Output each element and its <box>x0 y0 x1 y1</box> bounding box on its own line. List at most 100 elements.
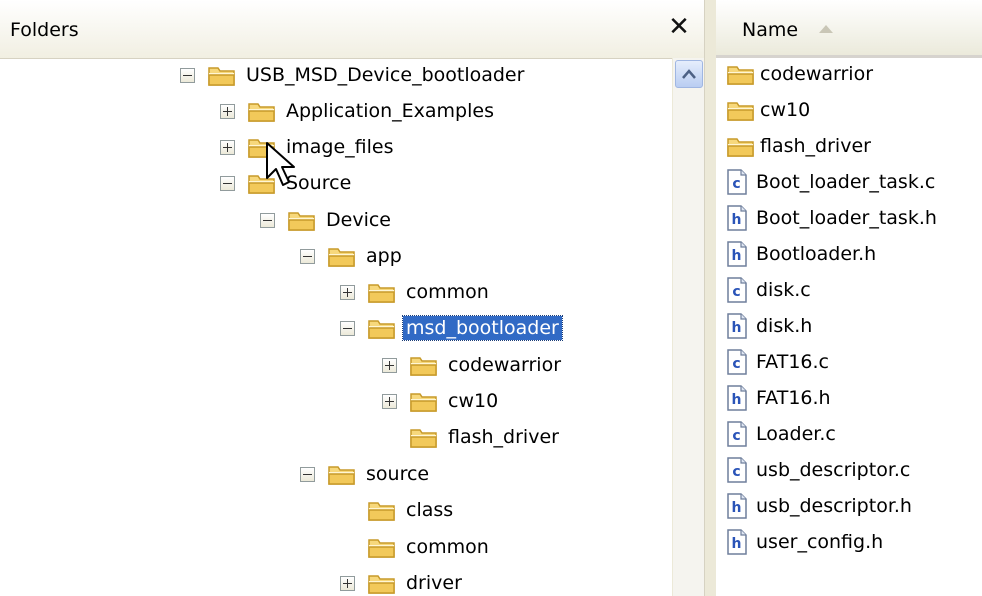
file-list-item[interactable]: c disk.c <box>726 272 811 308</box>
folder-icon <box>207 63 237 87</box>
tree-node-label: class <box>406 499 454 521</box>
folder-icon <box>367 535 397 559</box>
svg-text:c: c <box>732 284 740 300</box>
file-list-pane: Name codewarrior cw10 flash_driverc Boot_lo… <box>716 0 982 596</box>
folder-icon <box>327 244 357 268</box>
tree-node-label: Source <box>286 172 352 194</box>
expand-plus-icon[interactable] <box>382 357 397 373</box>
tree-node[interactable]: image_files <box>220 131 397 163</box>
file-list-item[interactable]: h disk.h <box>726 308 812 344</box>
tree-node[interactable]: cw10 <box>382 385 501 417</box>
tree-scrollbar[interactable] <box>672 58 704 596</box>
h-file-icon: h <box>726 205 750 231</box>
sort-ascending-icon <box>819 25 833 33</box>
h-file-icon: h <box>726 241 750 267</box>
file-list-item[interactable]: c Loader.c <box>726 416 836 452</box>
file-list-item[interactable]: cw10 <box>726 92 810 128</box>
folder-icon <box>726 98 758 122</box>
tree-node[interactable]: flash_driver <box>382 421 562 453</box>
tree-node-label: Device <box>326 209 391 231</box>
tree-node[interactable]: Source <box>220 167 354 199</box>
tree-node-label: driver <box>406 572 462 594</box>
scroll-up-button[interactable] <box>675 60 703 88</box>
c-file-icon: c <box>726 169 750 195</box>
folder-icon <box>367 571 397 595</box>
file-list-item[interactable]: codewarrior <box>726 56 873 92</box>
h-file-icon: h <box>726 313 750 339</box>
svg-text:c: c <box>732 176 740 192</box>
tree-node[interactable]: source <box>300 458 432 490</box>
c-file-icon: c <box>726 349 750 375</box>
tree-node[interactable]: USB_MSD_Device_bootloader <box>180 59 527 91</box>
expand-plus-icon[interactable] <box>382 393 397 409</box>
file-name: Bootloader.h <box>756 243 877 265</box>
svg-text:h: h <box>732 212 742 228</box>
tree-node-label: codewarrior <box>448 354 562 376</box>
tree-node[interactable]: app <box>300 240 405 272</box>
tree-node-label: image_files <box>286 136 394 158</box>
tree-node[interactable]: common <box>340 276 492 308</box>
name-column-label: Name <box>742 19 799 41</box>
tree-node[interactable]: driver <box>340 567 465 596</box>
expand-plus-icon[interactable] <box>340 575 355 591</box>
collapse-minus-icon[interactable] <box>220 175 235 191</box>
collapse-minus-icon[interactable] <box>180 67 195 83</box>
file-name: FAT16.h <box>756 387 831 409</box>
file-list-item[interactable]: h Bootloader.h <box>726 236 876 272</box>
folder-icon <box>367 280 397 304</box>
tree-node-label: Application_Examples <box>286 100 494 122</box>
file-name: FAT16.c <box>756 351 829 373</box>
svg-text:c: c <box>732 428 740 444</box>
file-name: Boot_loader_task.c <box>756 171 936 193</box>
tree-node[interactable]: Device <box>260 204 394 236</box>
svg-text:c: c <box>732 356 740 372</box>
svg-text:c: c <box>732 464 740 480</box>
folder-icon <box>367 316 397 340</box>
folder-icon <box>726 134 758 158</box>
svg-text:h: h <box>732 500 742 516</box>
collapse-minus-icon[interactable] <box>300 248 315 264</box>
expand-plus-icon[interactable] <box>220 139 235 155</box>
tree-node[interactable]: common <box>340 531 492 563</box>
file-name: disk.c <box>756 279 811 301</box>
tree-node[interactable]: Application_Examples <box>220 95 497 127</box>
expand-plus-icon[interactable] <box>220 103 235 119</box>
folders-pane-title: Folders <box>10 19 79 41</box>
file-list-item[interactable]: h Boot_loader_task.h <box>726 200 937 236</box>
h-file-icon: h <box>726 385 750 411</box>
collapse-minus-icon[interactable] <box>340 320 355 336</box>
folder-icon <box>409 425 439 449</box>
file-name: cw10 <box>760 99 811 121</box>
svg-text:h: h <box>732 536 742 552</box>
folder-icon <box>409 389 439 413</box>
file-list-item[interactable]: h FAT16.h <box>726 380 831 416</box>
file-list-item[interactable]: c Boot_loader_task.c <box>726 164 935 200</box>
tree-node[interactable]: class <box>340 494 456 526</box>
expand-plus-icon[interactable] <box>340 284 355 300</box>
file-list-item[interactable]: c FAT16.c <box>726 344 829 380</box>
file-list-item[interactable]: flash_driver <box>726 128 871 164</box>
file-name: Boot_loader_task.h <box>756 207 937 229</box>
c-file-icon: c <box>726 277 750 303</box>
file-name: codewarrior <box>760 63 874 85</box>
file-name: user_config.h <box>756 531 884 553</box>
tree-node[interactable]: codewarrior <box>382 349 564 381</box>
file-name: Loader.c <box>756 423 836 445</box>
collapse-minus-icon[interactable] <box>260 212 275 228</box>
folder-icon <box>247 99 277 123</box>
file-list-item[interactable]: c usb_descriptor.c <box>726 452 910 488</box>
close-button[interactable]: ✕ <box>662 10 696 44</box>
tree-node-label: flash_driver <box>448 426 559 448</box>
c-file-icon: c <box>726 421 750 447</box>
file-list-item[interactable]: h usb_descriptor.h <box>726 488 912 524</box>
c-file-icon: c <box>726 457 750 483</box>
h-file-icon: h <box>726 529 750 555</box>
folder-icon <box>287 208 317 232</box>
name-column-header[interactable]: Name <box>716 0 982 58</box>
svg-text:h: h <box>732 392 742 408</box>
collapse-minus-icon[interactable] <box>300 466 315 482</box>
file-list-item[interactable]: h user_config.h <box>726 524 883 560</box>
tree-node[interactable]: msd_bootloader <box>340 312 563 344</box>
tree-node-label: msd_bootloader <box>402 315 563 341</box>
file-name: flash_driver <box>760 135 871 157</box>
